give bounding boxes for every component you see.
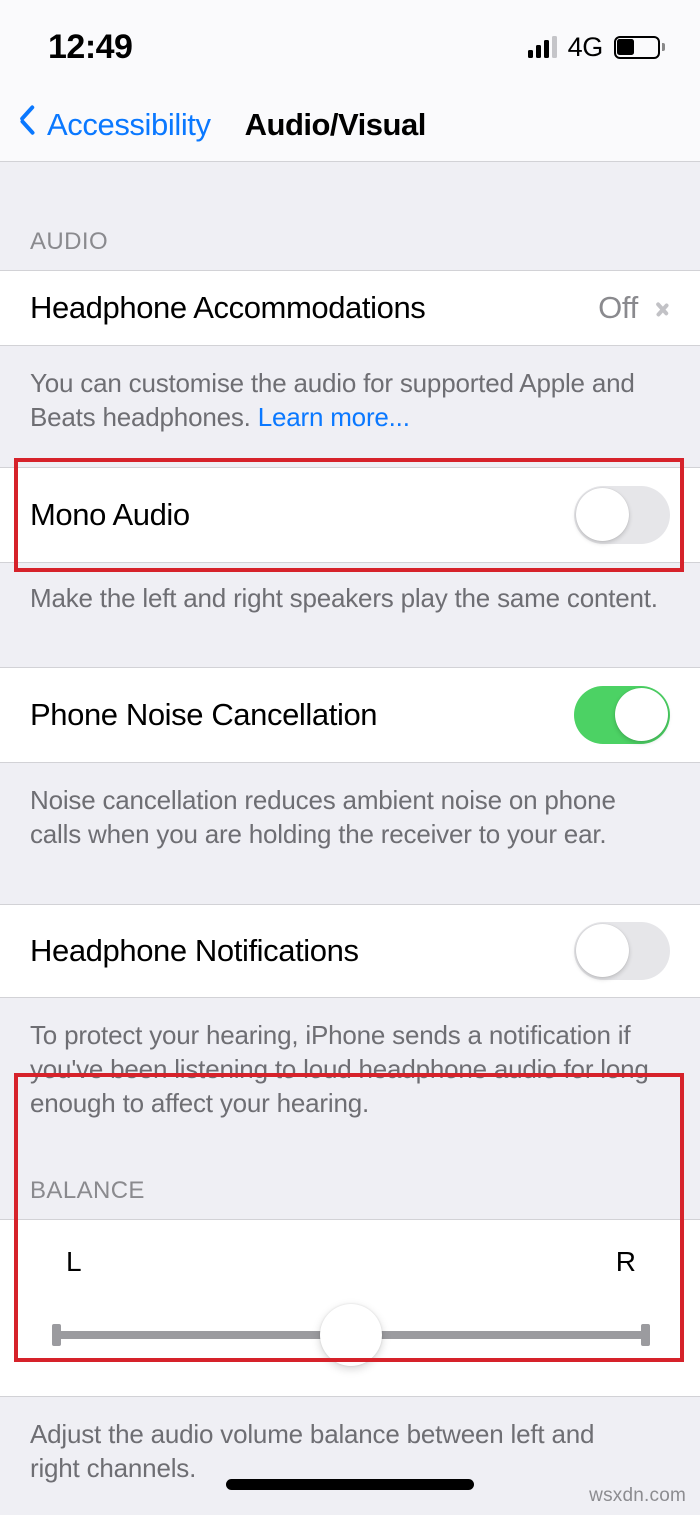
row-accessory: Off — [598, 290, 670, 326]
row-mono-audio[interactable]: Mono Audio — [0, 466, 700, 563]
row-label: Headphone Notifications — [30, 932, 359, 968]
status-bar-time: 12:49 — [48, 28, 133, 66]
slider-thumb[interactable] — [320, 1303, 382, 1366]
row-label: Headphone Accommodations — [30, 290, 426, 325]
phone-noise-cancellation-toggle[interactable] — [574, 685, 670, 744]
learn-more-link[interactable]: Learn more... — [258, 402, 410, 432]
battery-icon — [614, 35, 665, 59]
iphone-screen: 12:49 4G Accessibility Audio/Visual AUDI… — [0, 0, 700, 1515]
footnote-mono-audio: Make the left and right speakers play th… — [0, 562, 700, 667]
navigation-bar: Accessibility Audio/Visual — [0, 88, 700, 162]
section-header-audio: AUDIO — [0, 162, 700, 270]
row-label: Mono Audio — [30, 496, 190, 532]
status-bar-indicators: 4G — [527, 26, 665, 63]
slider-min-cap — [52, 1323, 61, 1346]
row-value: Off — [598, 290, 638, 325]
footnote-headphone-accommodations: You can customise the audio for supporte… — [0, 346, 700, 467]
row-phone-noise-cancellation[interactable]: Phone Noise Cancellation — [0, 666, 700, 763]
chevron-right-icon — [656, 295, 670, 321]
row-headphone-accommodations[interactable]: Headphone Accommodations Off — [0, 270, 700, 346]
headphone-notifications-toggle[interactable] — [574, 921, 670, 980]
chevron-left-icon — [18, 110, 35, 140]
row-label: Phone Noise Cancellation — [30, 696, 378, 732]
settings-list: AUDIO Headphone Accommodations Off You c… — [0, 162, 700, 1515]
back-button[interactable]: Accessibility — [18, 107, 211, 143]
section-header-balance: BALANCE — [0, 1158, 700, 1219]
cellular-bars-icon — [527, 36, 557, 58]
balance-slider-cell[interactable]: L R — [0, 1218, 700, 1397]
balance-right-label: R — [615, 1245, 636, 1277]
row-headphone-notifications[interactable]: Headphone Notifications — [0, 903, 700, 998]
balance-left-label: L — [66, 1245, 82, 1277]
mono-audio-toggle[interactable] — [574, 485, 670, 544]
balance-slider[interactable] — [52, 1303, 650, 1366]
home-indicator[interactable] — [226, 1479, 474, 1490]
page-title: Audio/Visual — [244, 106, 427, 142]
balance-channel-labels: L R — [52, 1246, 650, 1278]
slider-max-cap — [641, 1323, 650, 1346]
network-type-label: 4G — [567, 31, 604, 62]
back-button-label: Accessibility — [47, 106, 211, 142]
footnote-headphone-notifications: To protect your hearing, iPhone sends a … — [0, 997, 700, 1159]
status-bar: 12:49 4G — [0, 0, 700, 88]
watermark: wsxdn.com — [589, 1485, 686, 1506]
footnote-noise-cancellation: Noise cancellation reduces ambient noise… — [0, 762, 700, 904]
